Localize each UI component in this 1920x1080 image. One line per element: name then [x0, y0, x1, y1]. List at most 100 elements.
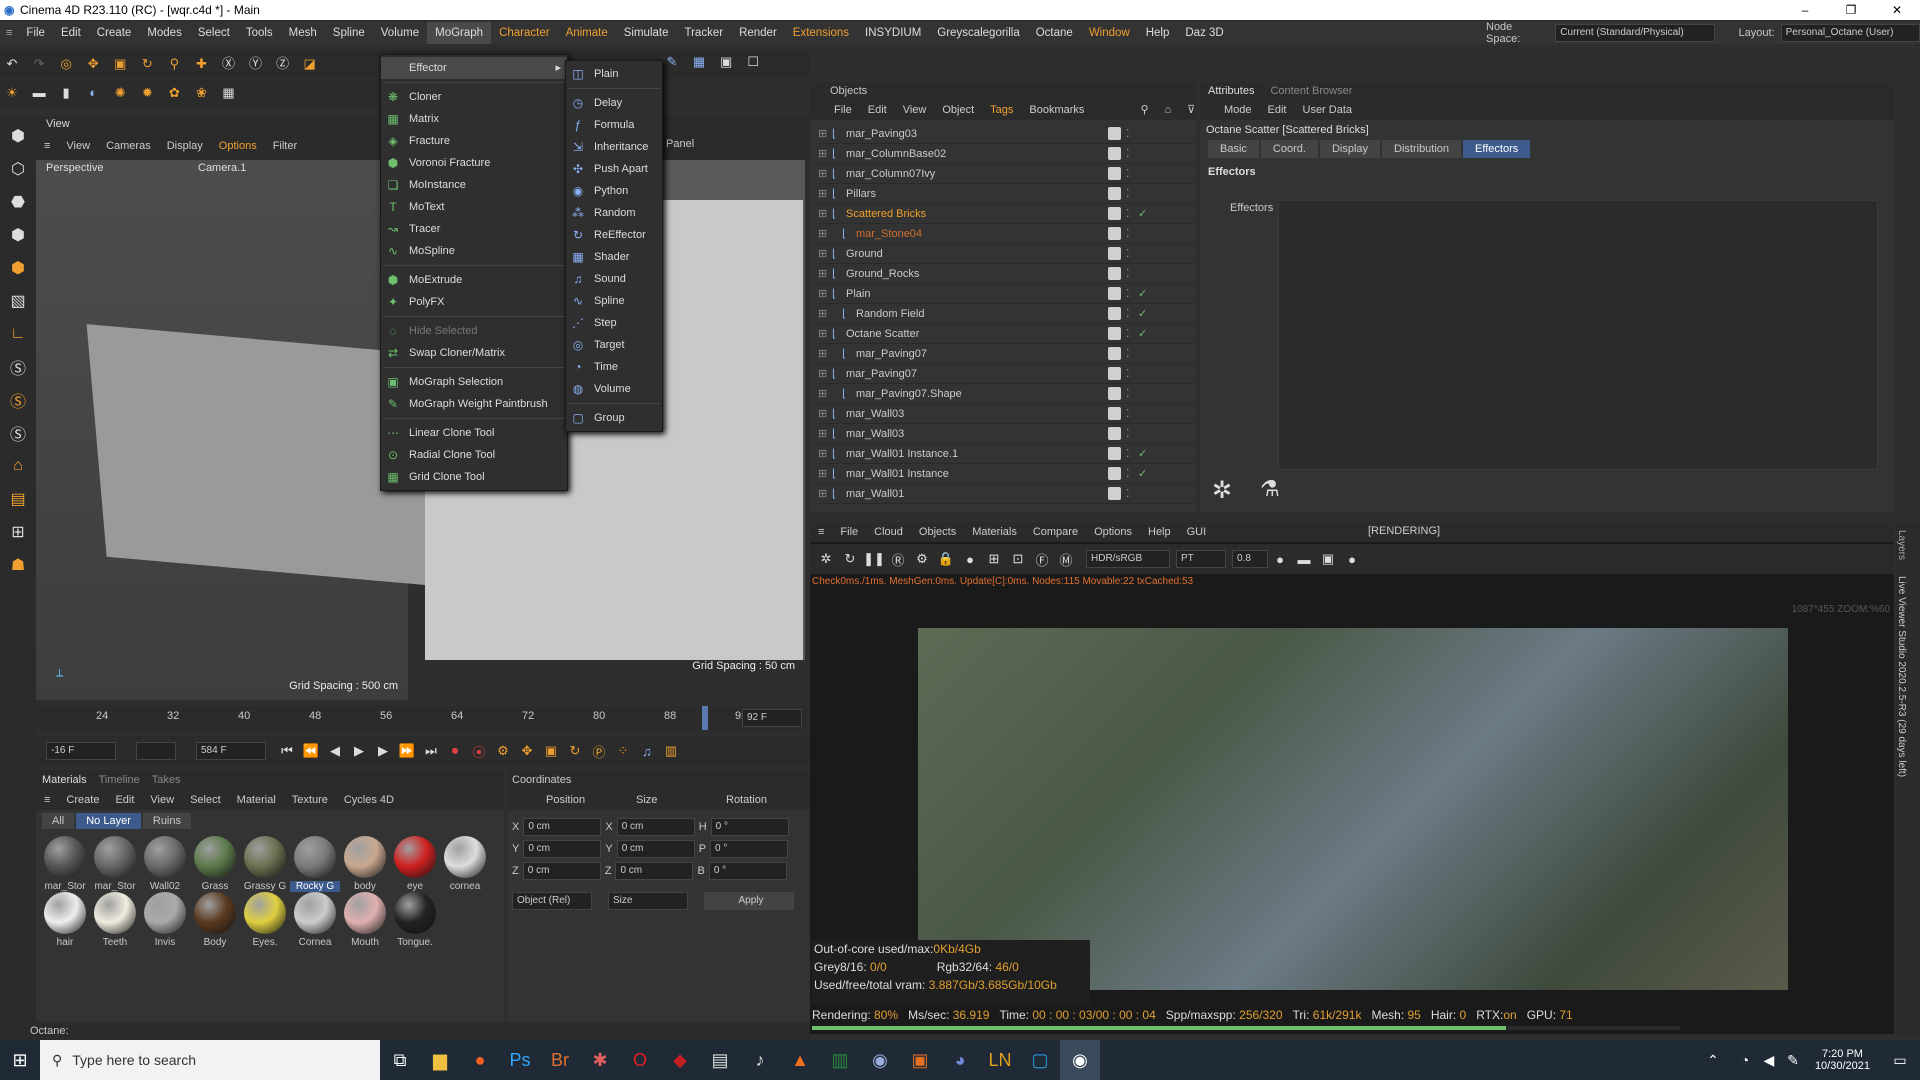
menu-render[interactable]: Render [731, 22, 785, 44]
render-view-icon[interactable]: ▣ [715, 51, 737, 73]
effector-volume[interactable]: ◍ Volume [566, 378, 662, 400]
attr-menu-user-data[interactable]: User Data [1295, 100, 1361, 120]
menu-animate[interactable]: Animate [558, 22, 616, 44]
windows-start-icon[interactable]: ⊞ [0, 1040, 40, 1080]
undo-icon[interactable]: ↶ [1, 53, 23, 75]
mat-filter-no-layer[interactable]: No Layer [76, 813, 141, 829]
objects-menu-tags[interactable]: Tags [982, 100, 1021, 120]
mat-menu-texture[interactable]: Texture [284, 790, 336, 810]
store-icon[interactable]: ▤ [700, 1040, 740, 1080]
expand-icon[interactable]: ⊞ [818, 324, 827, 344]
edges-mode-icon[interactable]: ⬡ [3, 154, 33, 184]
octane-help-icon[interactable]: ✲ [1212, 476, 1232, 505]
play-icon[interactable]: ▶ [348, 740, 370, 762]
enabled-check-icon[interactable]: ✓ [1138, 304, 1147, 324]
menu-volume[interactable]: Volume [373, 22, 427, 44]
kernel-dropdown[interactable]: PT [1176, 550, 1226, 568]
menu-create[interactable]: Create [89, 22, 140, 44]
objects-menu-edit[interactable]: Edit [860, 100, 895, 120]
panel-label[interactable]: Panel [666, 138, 694, 150]
render-dots[interactable]: ⁚ [1126, 424, 1130, 444]
file-explorer-icon[interactable]: ▆ [420, 1040, 460, 1080]
mograph-fracture[interactable]: ◈ Fracture [381, 130, 567, 152]
taskbar-search[interactable]: ⚲ Type here to search [40, 1040, 380, 1080]
view-menu-cameras[interactable]: Cameras [98, 136, 159, 156]
size-field[interactable]: 0 cm [616, 840, 695, 858]
prev-frame-icon[interactable]: ◀ [324, 740, 346, 762]
render-dots[interactable]: ⁚ [1126, 444, 1130, 464]
mat-menu-edit[interactable]: Edit [107, 790, 142, 810]
maximize-button[interactable]: ❐ [1828, 0, 1874, 20]
dynamics-icon[interactable]: ☗ [3, 550, 33, 580]
workplane-icon[interactable]: ▤ [3, 484, 33, 514]
rotation-field[interactable]: 0 ° [710, 818, 789, 836]
material-swatch[interactable]: Rocky G [290, 836, 340, 892]
mograph-tracer[interactable]: ↝ Tracer [381, 218, 567, 240]
add-icon[interactable]: ✚ [190, 53, 212, 75]
material-swatch[interactable]: Mouth [340, 892, 390, 948]
key-icon[interactable]: ⚙ [492, 740, 514, 762]
object-row[interactable]: ⊞ ⌊ mar_Paving03 ⁚ [818, 124, 1196, 144]
render-dots[interactable]: ⁚ [1126, 324, 1130, 344]
visibility-toggle[interactable] [1108, 187, 1121, 200]
render-dots[interactable]: ⁚ [1126, 144, 1130, 164]
x-axis-icon[interactable]: Ⓧ [218, 51, 240, 73]
effector-shader[interactable]: ▦ Shader [566, 246, 662, 268]
app-icon-1[interactable]: ✱ [580, 1040, 620, 1080]
visibility-toggle[interactable] [1108, 167, 1121, 180]
autokey-icon[interactable]: ⦿ [468, 740, 490, 762]
visibility-toggle[interactable] [1108, 347, 1121, 360]
next-frame-icon[interactable]: ▶ [372, 740, 394, 762]
menu-mograph[interactable]: MoGraph [427, 22, 492, 44]
material-swatch[interactable]: Tongue. [390, 892, 440, 948]
notepad-icon[interactable]: ▥ [820, 1040, 860, 1080]
camera-icon[interactable]: ▮ [55, 82, 77, 104]
object-row[interactable]: ⊞ ⌊ mar_Wall01 ⁚ [818, 484, 1196, 504]
settings-icon[interactable]: ⚙ [911, 548, 933, 570]
keymove-icon[interactable]: ✥ [516, 740, 538, 762]
param-icon[interactable]: Ⓟ [588, 740, 610, 762]
layout-dropdown[interactable]: Personal_Octane (User) [1780, 24, 1920, 42]
search-icon[interactable]: ⚲ [1132, 100, 1156, 120]
uv-mode-icon[interactable]: ⬢ [3, 220, 33, 250]
minimize-button[interactable]: – [1782, 0, 1828, 20]
grid-icon[interactable]: ▦ [688, 51, 710, 73]
effector-target[interactable]: ◎ Target [566, 334, 662, 356]
menu-extensions[interactable]: Extensions [785, 22, 857, 44]
prev-key-icon[interactable]: ⏪ [300, 740, 322, 762]
exposure-field[interactable]: 0.8 [1232, 550, 1268, 568]
expand-icon[interactable]: ⊞ [818, 224, 827, 244]
view-menu-display[interactable]: Display [159, 136, 211, 156]
material-swatch[interactable]: body [340, 836, 390, 892]
render-dots[interactable]: ⁚ [1126, 304, 1130, 324]
lv-menu-objects[interactable]: Objects [911, 522, 964, 542]
mograph-moinstance[interactable]: ❏ MoInstance [381, 174, 567, 196]
select-icon[interactable]: ◎ [55, 53, 77, 75]
attr-subtab-coord[interactable]: Coord. [1260, 140, 1318, 158]
effector-group[interactable]: ▢ Group [566, 407, 662, 429]
send-scene-icon[interactable]: ✲ [815, 548, 837, 570]
menu-tracker[interactable]: Tracker [677, 22, 732, 44]
material-swatch[interactable]: Body [190, 892, 240, 948]
end-frame-field[interactable]: 584 F [196, 742, 266, 760]
material-swatch[interactable]: Cornea [290, 892, 340, 948]
effector-plain[interactable]: ◫ Plain [566, 63, 662, 85]
texture-mode-icon[interactable]: ▧ [3, 286, 33, 316]
effector-sound[interactable]: ♫ Sound [566, 268, 662, 290]
screen-icon[interactable]: ▬ [1293, 548, 1315, 570]
lv-menu-help[interactable]: Help [1140, 522, 1179, 542]
dot-icon[interactable]: ● [1341, 548, 1363, 570]
visibility-toggle[interactable] [1108, 207, 1121, 220]
rotate-icon[interactable]: ↻ [136, 53, 158, 75]
render-dots[interactable]: ⁚ [1126, 404, 1130, 424]
record-icon[interactable]: ⏺ [444, 740, 466, 762]
rotation-field[interactable]: 0 ° [710, 840, 789, 858]
mograph-swap-cloner-matrix[interactable]: ⇄ Swap Cloner/Matrix [381, 342, 567, 364]
position-field[interactable]: 0 cm [523, 840, 602, 858]
view-menu-icon[interactable]: ≡ [36, 136, 58, 156]
mograph-radial-clone-tool[interactable]: ⊙ Radial Clone Tool [381, 444, 567, 466]
mograph-mograph-weight-paintbrush[interactable]: ✎ MoGraph Weight Paintbrush [381, 393, 567, 415]
expand-icon[interactable]: ⊞ [818, 344, 827, 364]
region-icon[interactable]: Ⓡ [887, 548, 909, 570]
objects-menu-file[interactable]: File [826, 100, 860, 120]
